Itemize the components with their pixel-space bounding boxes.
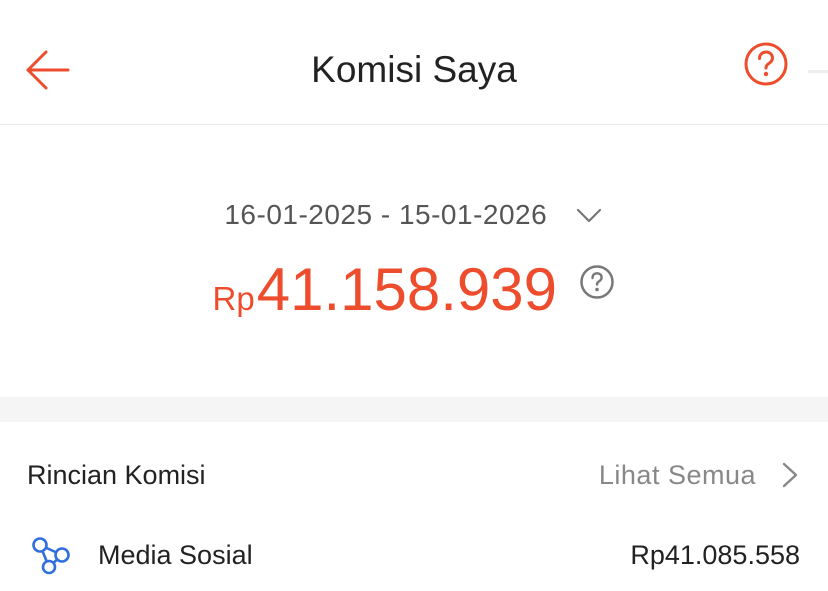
item-value: Rp41.085.558 bbox=[630, 540, 800, 570]
question-circle-icon bbox=[744, 42, 788, 86]
page-title: Komisi Saya bbox=[311, 49, 517, 90]
chevron-right-icon bbox=[782, 462, 798, 488]
header-edge-divider bbox=[808, 70, 828, 73]
share-network-icon bbox=[32, 537, 70, 575]
total-commission: Rp41.158.939 bbox=[0, 257, 828, 323]
amount-currency: Rp bbox=[212, 280, 255, 317]
see-all-label: Lihat Semua bbox=[598, 460, 756, 490]
section-title: Rincian Komisi bbox=[27, 460, 206, 490]
see-all-link[interactable]: Lihat Semua bbox=[599, 456, 802, 494]
question-circle-icon[interactable] bbox=[579, 264, 615, 300]
list-item-media-sosial[interactable]: Media Sosial Rp41.085.558 bbox=[0, 530, 828, 578]
item-label: Media Sosial bbox=[98, 540, 253, 570]
chevron-down-icon[interactable] bbox=[574, 200, 604, 230]
amount-value: 41.158.939 bbox=[256, 256, 558, 323]
help-button[interactable] bbox=[741, 40, 791, 90]
date-range-text: 16-01-2025 - 15-01-2026 bbox=[224, 199, 548, 230]
date-range-selector[interactable]: 16-01-2025 - 15-01-2026 bbox=[0, 197, 828, 233]
commission-summary: 16-01-2025 - 15-01-2026 Rp41.158.939 bbox=[0, 125, 828, 397]
app-header: Komisi Saya bbox=[0, 0, 828, 125]
commission-breakdown: Rincian Komisi Lihat Semua Media Sosial … bbox=[0, 422, 828, 591]
section-divider bbox=[0, 397, 828, 422]
